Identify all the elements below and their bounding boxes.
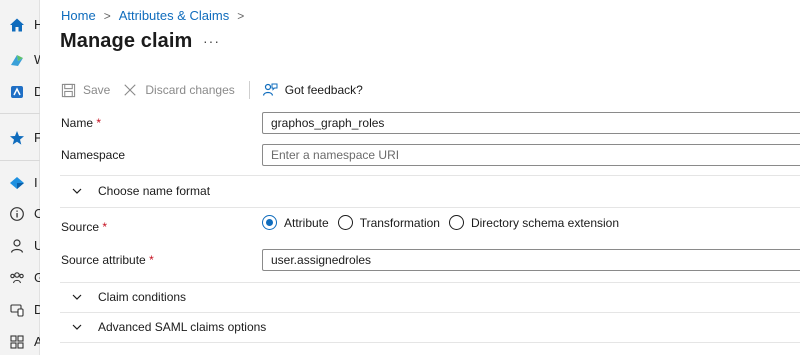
devices-icon [8,301,26,319]
namespace-label: Namespace [61,148,125,162]
chevron-down-icon [70,290,84,304]
breadcrumb: Home > Attributes & Claims > [61,8,252,23]
namespace-input[interactable] [262,144,800,166]
source-attribute-label-text: Source attribute [61,253,146,267]
rail-item-label: D [34,302,40,317]
close-icon [122,82,138,98]
rail-item-users[interactable]: U [0,234,40,258]
rail-divider [0,113,40,114]
rail-item-diagnose[interactable]: D [0,80,40,104]
namespace-label-text: Namespace [61,148,126,162]
breadcrumb-home-link[interactable]: Home [61,8,96,23]
rail-item-home[interactable]: H [0,13,40,37]
source-option-transformation[interactable]: Transformation [337,215,440,230]
info-icon [8,205,26,223]
section-divider [60,282,800,283]
source-option-attribute[interactable]: Attribute [262,215,329,230]
breadcrumb-attributes-claims-link[interactable]: Attributes & Claims [119,8,230,23]
source-option-label: Transformation [359,215,440,230]
choose-name-format-label: Choose name format [98,184,211,198]
rail-item-identity[interactable]: I [0,171,40,195]
name-label-text: Name [61,116,94,130]
chevron-down-icon [70,184,84,198]
claim-conditions-expander[interactable]: Claim conditions [60,284,186,310]
rail-item-label: U [34,238,40,253]
save-button[interactable]: Save [60,82,110,98]
source-label-text: Source [61,220,100,234]
rail-item-favorites[interactable]: F [0,126,40,150]
discard-changes-button[interactable]: Discard changes [122,82,235,98]
source-label: Source * [61,220,107,234]
breadcrumb-separator: > [103,8,111,23]
radio-unselected-icon [448,215,464,230]
breadcrumb-separator: > [237,8,245,23]
whats-new-icon [8,51,26,69]
rail-item-label: O [34,206,40,221]
home-icon [8,16,26,34]
rail-item-label: F [34,130,40,145]
radio-selected-icon [262,215,277,230]
radio-unselected-icon [337,215,353,230]
more-options-button[interactable]: ··· [203,33,220,49]
required-marker: * [96,116,102,130]
rail-item-whats-new[interactable]: W [0,48,40,72]
rail-item-devices[interactable]: D [0,298,40,322]
rail-item-label: D [34,84,40,99]
chevron-down-icon [70,320,84,334]
identity-icon [8,174,26,192]
feedback-button[interactable]: Got feedback? [262,82,363,98]
advanced-saml-claims-options-expander[interactable]: Advanced SAML claims options [60,314,266,340]
section-divider [60,312,800,313]
section-divider [60,175,800,176]
page-title: Manage claim [60,30,193,52]
discard-changes-label: Discard changes [145,83,235,97]
command-bar: Save Discard changes Got feedback? [60,78,375,102]
name-label: Name * [61,116,101,130]
left-nav-rail: H W D F I O U [0,0,40,355]
rail-item-label: G [34,270,40,285]
diagnose-icon [8,83,26,101]
toolbar-divider [248,81,250,99]
source-option-label: Directory schema extension [470,215,620,230]
source-attribute-label: Source attribute * [61,253,154,267]
required-marker: * [149,253,154,267]
user-icon [8,237,26,255]
feedback-icon [262,82,278,98]
source-option-label: Attribute [284,215,329,230]
save-icon [60,82,76,98]
section-divider [60,342,800,343]
name-input[interactable] [262,112,800,134]
choose-name-format-expander[interactable]: Choose name format [60,178,210,204]
rail-item-apps[interactable]: A [0,330,40,354]
save-label: Save [83,83,111,97]
claim-conditions-label: Claim conditions [98,290,187,304]
source-attribute-combobox[interactable] [262,249,800,271]
rail-item-groups[interactable]: G [0,266,40,290]
rail-item-overview[interactable]: O [0,202,40,226]
rail-item-label: W [34,52,40,67]
rail-divider [0,160,40,161]
apps-icon [8,333,26,351]
rail-item-label: A [34,334,40,349]
groups-icon [8,269,26,287]
rail-item-label: H [34,17,40,32]
rail-item-label: I [34,175,38,190]
source-radio-group: Attribute Transformation Directory schem… [262,215,628,230]
advanced-saml-claims-options-label: Advanced SAML claims options [98,320,267,334]
section-divider [60,207,800,208]
required-marker: * [102,220,108,234]
feedback-label: Got feedback? [284,83,363,97]
source-option-directory-schema-extension[interactable]: Directory schema extension [448,215,620,230]
favorites-star-icon [8,129,26,147]
